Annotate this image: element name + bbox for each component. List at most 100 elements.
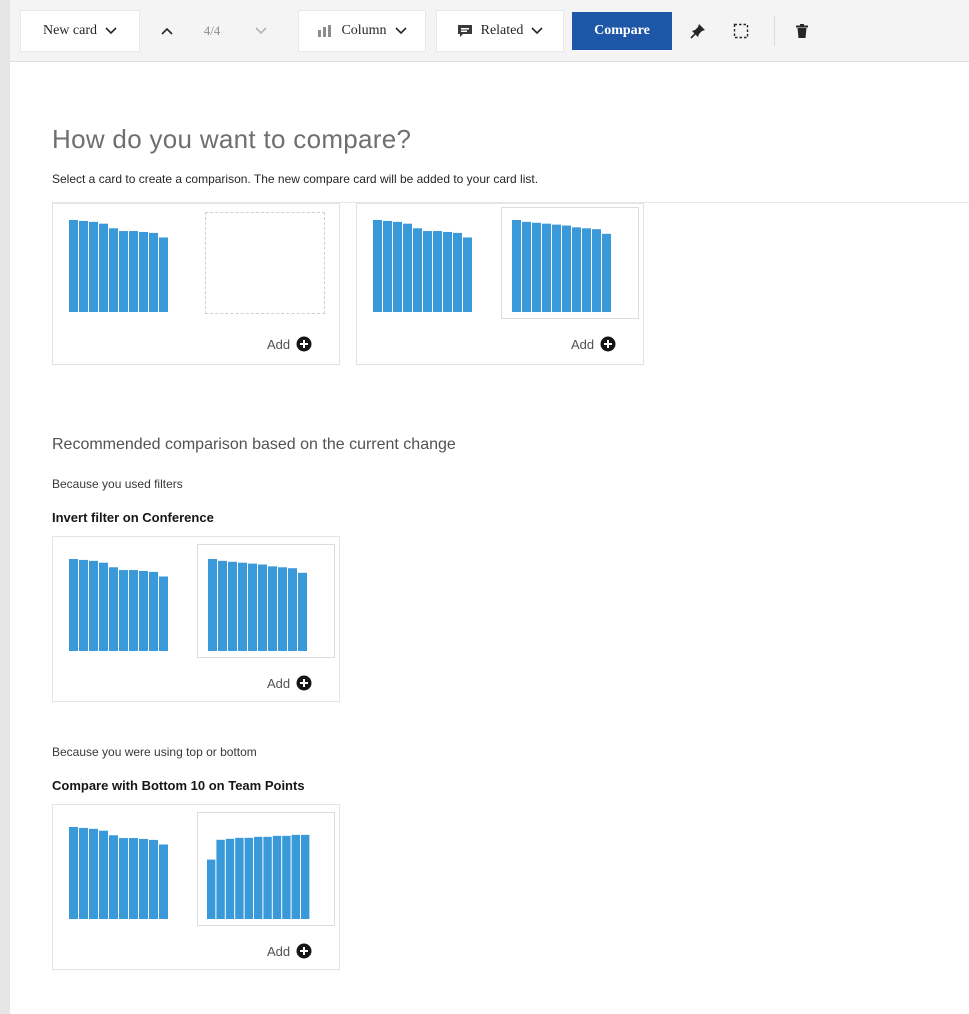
bar (139, 838, 148, 919)
bar (254, 836, 263, 919)
column-dropdown[interactable]: Column (298, 10, 426, 52)
bar (159, 576, 168, 651)
next-card-button[interactable] (248, 10, 274, 52)
bar (228, 561, 237, 651)
trash-icon (796, 24, 808, 38)
bar (393, 221, 402, 312)
chevron-down-icon (255, 27, 267, 35)
bar (522, 221, 531, 312)
bar (512, 220, 521, 312)
chevron-down-icon (531, 27, 543, 35)
bar (149, 571, 158, 651)
add-label: Add (571, 336, 595, 352)
bar (139, 570, 148, 651)
bar (99, 562, 108, 651)
new-card-label: New card (42, 23, 98, 38)
bar (149, 232, 158, 312)
bar (433, 231, 442, 312)
bar (207, 859, 216, 919)
add-circle-icon (296, 336, 312, 352)
recommendation-card[interactable]: Add (52, 536, 340, 702)
add-label: Add (267, 675, 291, 691)
column-label: Column (341, 23, 387, 38)
bar (99, 223, 108, 312)
add-circle-icon (296, 675, 312, 691)
bar (443, 231, 452, 312)
mini-bar-chart (65, 819, 191, 923)
bar (119, 838, 128, 919)
chevron-down-icon (394, 27, 407, 35)
bar (89, 828, 98, 919)
mini-bar-chart (197, 544, 335, 658)
toolbar-divider (774, 16, 775, 46)
new-card-dropdown[interactable]: New card (20, 10, 140, 52)
mini-bar-chart (65, 549, 191, 653)
bar (263, 836, 272, 919)
select-area-button[interactable] (726, 10, 756, 52)
chevron-up-icon (161, 27, 173, 35)
bar (109, 228, 118, 312)
bar (423, 231, 432, 312)
bar (149, 839, 158, 919)
bar (79, 559, 88, 651)
add-button[interactable]: Add (571, 336, 616, 352)
bar (572, 227, 581, 312)
pin-button[interactable] (684, 10, 712, 52)
bar (89, 221, 98, 312)
recommendation-title: Compare with Bottom 10 on Team Points (52, 778, 305, 793)
bar (109, 567, 118, 651)
mini-bar-chart (65, 212, 191, 316)
bar (69, 827, 78, 919)
bar (532, 222, 541, 312)
bar (562, 225, 571, 312)
compare-option-card[interactable]: Add (356, 203, 644, 365)
comment-icon (457, 25, 472, 37)
bar (139, 231, 148, 312)
related-dropdown[interactable]: Related (436, 10, 564, 52)
bar (129, 570, 138, 651)
bar (282, 835, 291, 919)
page-title: How do you want to compare? (52, 124, 412, 154)
add-button[interactable]: Add (267, 336, 312, 352)
bar (258, 564, 267, 651)
empty-chart-slot (205, 212, 325, 314)
add-button[interactable]: Add (267, 675, 312, 691)
recommended-title: Recommended comparison based on the curr… (52, 436, 456, 453)
bar (89, 560, 98, 651)
recommendation-card[interactable]: Add (52, 804, 340, 970)
bar (129, 838, 138, 919)
compare-button[interactable]: Compare (572, 12, 672, 50)
column-chart-icon (318, 25, 332, 37)
recommendation-reason: Because you used filters (52, 477, 183, 491)
bar (582, 228, 591, 312)
mini-bar-chart (369, 212, 495, 316)
toolbar: New card 4/4 Column Related Compare (10, 0, 969, 62)
bar (109, 835, 118, 919)
bar (268, 566, 277, 651)
page-subtitle: Select a card to create a comparison. Th… (52, 172, 539, 186)
recommendation-reason: Because you were using top or bottom (52, 745, 257, 759)
bar (602, 233, 611, 312)
mini-bar-chart (197, 812, 335, 926)
bar (159, 237, 168, 312)
bar (288, 568, 297, 651)
bar (216, 839, 225, 919)
bar (413, 228, 422, 312)
previous-card-button[interactable] (154, 10, 180, 52)
bar (403, 223, 412, 312)
bar (453, 232, 462, 312)
bar (298, 572, 307, 651)
bar (69, 559, 78, 651)
bar (119, 570, 128, 651)
delete-button[interactable] (788, 10, 816, 52)
bar (79, 827, 88, 919)
compare-option-card[interactable]: Add (52, 203, 340, 365)
bar (119, 231, 128, 312)
bar (225, 838, 235, 919)
bar (129, 231, 138, 312)
add-button[interactable]: Add (267, 943, 312, 959)
bar (218, 560, 227, 651)
add-circle-icon (600, 336, 616, 352)
bar (238, 562, 247, 651)
bar (291, 834, 300, 919)
